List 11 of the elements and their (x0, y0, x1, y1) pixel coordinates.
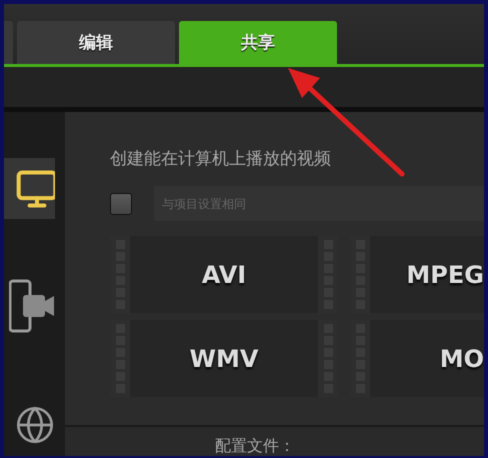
sidebar-item[interactable] (4, 158, 55, 220)
profile-label: 配置文件： (215, 436, 295, 456)
format-button[interactable]: MO (350, 320, 484, 397)
phone-camera-icon (9, 278, 55, 335)
section-title: 创建能在计算机上播放的视频 (110, 148, 332, 171)
checkbox[interactable] (110, 192, 132, 214)
format-button[interactable]: MPEG (350, 236, 484, 313)
format-button[interactable]: WMV (110, 320, 338, 397)
globe-icon (15, 405, 55, 446)
mode-tab[interactable]: 编辑 (17, 21, 175, 64)
format-button[interactable]: AVI (110, 236, 338, 313)
